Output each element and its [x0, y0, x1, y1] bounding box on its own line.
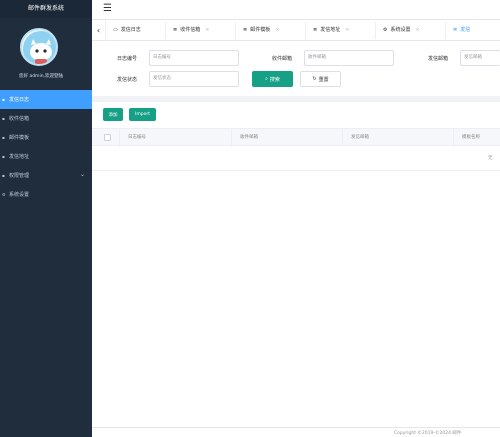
tab-label: 收件信箱 — [180, 27, 201, 33]
table-divider — [92, 170, 500, 171]
to-email-input[interactable]: 收件邮箱 — [304, 50, 394, 66]
tab-settings[interactable]: ⚙ 系统设置 × — [376, 22, 446, 39]
list-icon: ≣ — [243, 27, 248, 33]
sidebar-item-label: 发信日志 — [9, 97, 30, 103]
add-button[interactable]: 添加 — [103, 108, 123, 121]
monitor-icon: ▭ — [113, 27, 118, 33]
sidebar-item-permissions[interactable]: ▪ 权限管理 ⌄ — [0, 166, 92, 185]
tab-label: 发信地址 — [320, 27, 341, 33]
column-header-template-name[interactable]: 模板名称 — [454, 129, 500, 147]
gear-icon: ⚙ — [383, 27, 388, 33]
app-title: 邮件群发系统 — [0, 0, 92, 18]
sidebar-item-templates[interactable]: ▪ 邮件模板 — [0, 128, 92, 147]
sidebar-item-inbox[interactable]: ▪ 收件信箱 — [0, 109, 92, 128]
gear-icon: ⚙ — [2, 192, 6, 197]
chevron-down-icon: ⌄ — [80, 171, 86, 178]
list-icon: ▪ — [2, 116, 5, 121]
status-input[interactable]: 发信状态 — [149, 71, 239, 87]
tab-sender-address[interactable]: ≣ 发信地址 × — [306, 22, 376, 39]
list-icon: ▪ — [2, 154, 5, 159]
copyright-text: Copyright ©2019-©2024 邮件 — [394, 431, 462, 436]
import-button[interactable]: Import — [129, 108, 156, 121]
column-header-from-email[interactable]: 发信邮箱 — [343, 129, 454, 147]
tab-label: 系统设置 — [390, 27, 411, 33]
log-id-label: 日志编号 — [117, 56, 138, 62]
tab-active-send[interactable]: ≣ 发信 — [446, 22, 500, 39]
close-icon[interactable]: × — [275, 22, 279, 39]
sidebar-item-label: 系统设置 — [9, 192, 30, 198]
tabs-bar: ‹ ▭ 发信日志 ≣ 收件信箱 × ≣ 邮件模板 × ≣ 发信地址 × ⚙ 系统… — [92, 20, 500, 41]
robot-avatar-icon — [23, 31, 56, 64]
table-panel: 添加 Import 日志编号 收件邮箱 发信邮箱 模板名称 无 — [92, 102, 500, 427]
from-email-input[interactable]: 发信邮箱 — [460, 50, 500, 66]
to-email-label: 收件邮箱 — [272, 56, 293, 62]
refresh-icon: ↻ — [312, 76, 317, 82]
footer: Copyright ©2019-©2024 邮件 — [92, 427, 500, 437]
list-icon: ≣ — [453, 27, 458, 33]
hamburger-menu-icon[interactable]: ☰ — [103, 3, 112, 15]
sidebar-item-send-log[interactable]: ▪ 发信日志 — [0, 90, 92, 109]
user-greeting: 您好 admin,欢迎登陆 — [19, 74, 63, 79]
sidebar-item-label: 邮件模板 — [9, 135, 30, 141]
search-icon: ⌕ — [265, 76, 268, 82]
list-icon: ≣ — [313, 27, 318, 33]
sidebar-menu: ▪ 发信日志 ▪ 收件信箱 ▪ 邮件模板 ▪ 发信地址 ▪ 权限管理 ⌄ ⚙ 系… — [0, 90, 92, 204]
tab-inbox[interactable]: ≣ 收件信箱 × — [166, 22, 236, 39]
list-icon: ≣ — [173, 27, 178, 33]
log-id-input[interactable]: 日志编号 — [149, 50, 239, 66]
search-panel: 日志编号 日志编号 收件邮箱 收件邮箱 发信邮箱 发信邮箱 发信状态 发信状态 … — [92, 41, 500, 96]
list-icon: ▪ — [2, 97, 5, 102]
tab-templates[interactable]: ≣ 邮件模板 × — [236, 22, 306, 39]
sidebar-item-label: 发信地址 — [9, 154, 30, 160]
status-label: 发信状态 — [117, 77, 138, 83]
top-navbar: ☰ — [92, 0, 500, 20]
select-all-checkbox[interactable] — [104, 134, 111, 141]
table-header: 日志编号 收件邮箱 发信邮箱 模板名称 — [92, 128, 500, 147]
table-empty-text: 无 — [488, 156, 493, 161]
avatar[interactable] — [20, 28, 58, 66]
tab-label: 发信 — [460, 27, 471, 33]
column-header-log-id[interactable]: 日志编号 — [120, 129, 232, 147]
column-header-to-email[interactable]: 收件邮箱 — [232, 129, 343, 147]
list-icon: ▪ — [2, 173, 5, 178]
reset-button[interactable]: ↻ 重置 — [300, 71, 341, 87]
search-button-label: 搜索 — [269, 76, 280, 83]
sidebar-item-settings[interactable]: ⚙ 系统设置 — [0, 185, 92, 204]
tab-label: 发信日志 — [120, 27, 141, 33]
sidebar-item-label: 权限管理 — [9, 173, 30, 179]
tab-label: 邮件模板 — [250, 27, 271, 33]
close-icon[interactable]: × — [205, 22, 209, 39]
from-email-label: 发信邮箱 — [428, 56, 449, 62]
close-icon[interactable]: × — [345, 22, 349, 39]
sidebar-item-sender-address[interactable]: ▪ 发信地址 — [0, 147, 92, 166]
tab-scroll-left-icon[interactable]: ‹ — [92, 20, 106, 41]
tab-send-log[interactable]: ▭ 发信日志 — [106, 22, 166, 39]
sidebar-item-label: 收件信箱 — [9, 116, 30, 122]
list-icon: ▪ — [2, 135, 5, 140]
reset-button-label: 重置 — [318, 76, 329, 83]
sidebar: 邮件群发系统 您好 admin,欢迎登陆 ▪ 发信日志 ▪ 收件信箱 ▪ 邮件模… — [0, 0, 92, 437]
search-button[interactable]: ⌕ 搜索 — [252, 71, 293, 87]
close-icon[interactable]: × — [416, 22, 420, 39]
select-all-cell — [92, 129, 120, 147]
